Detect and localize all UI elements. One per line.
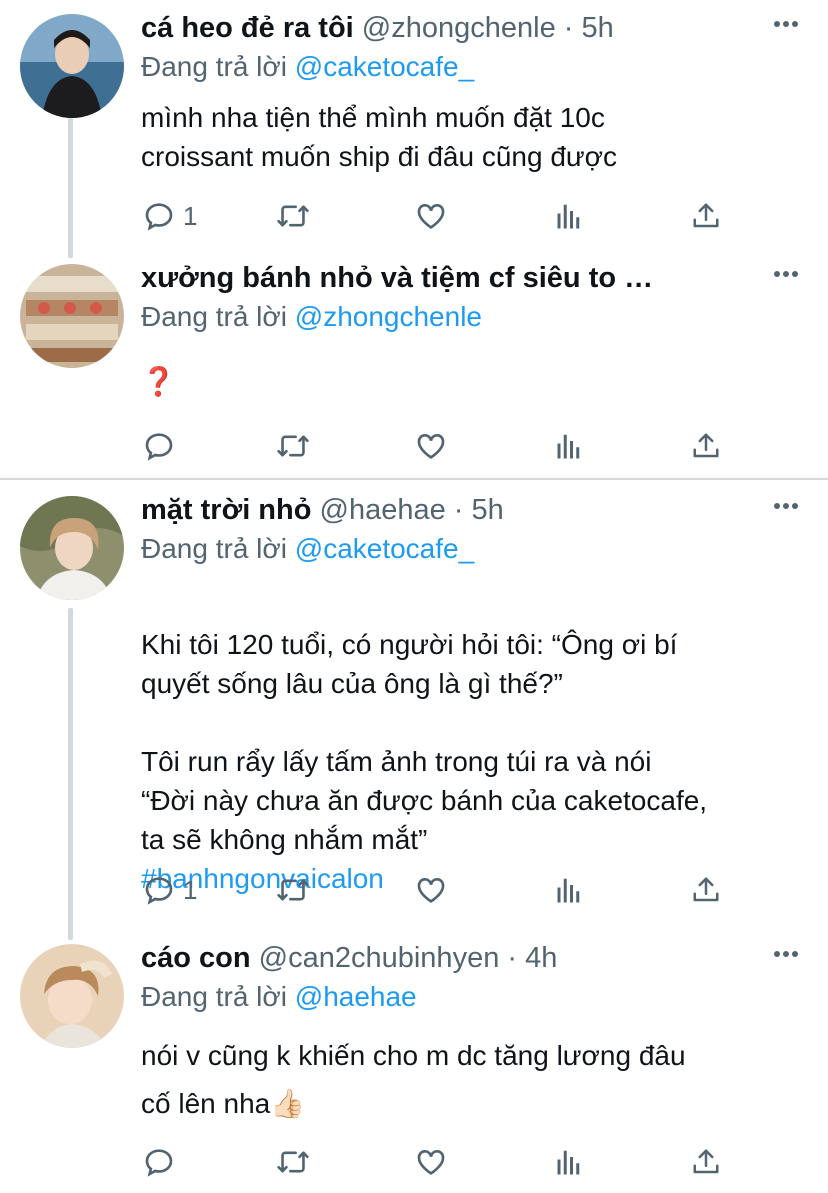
share-icon [691,200,721,232]
share-button[interactable] [691,1144,721,1180]
heart-icon [415,1146,447,1178]
analytics-icon [555,874,585,906]
action-bar: 1 [141,872,741,912]
tweet[interactable]: mặt trời nhỏ @haehae · 5h Đang trả lời @… [0,494,828,916]
reply-button[interactable] [143,428,183,464]
replying-prefix: Đang trả lời [141,981,287,1012]
reply-button[interactable] [143,1144,183,1180]
replying-to: Đang trả lời @haehae [141,977,417,1017]
tweet-text: ❓ [141,366,176,397]
more-icon[interactable] [773,20,799,28]
replying-prefix: Đang trả lời [141,51,287,82]
mention-link[interactable]: @haehae [295,981,417,1012]
analytics-button[interactable] [555,1144,585,1180]
retweet-button[interactable] [276,872,310,908]
retweet-icon [276,874,310,906]
more-icon[interactable] [773,270,799,278]
reply-icon [143,200,175,232]
tweet-text: Khi tôi 120 tuổi, có người hỏi tôi: “Ông… [141,629,708,855]
like-button[interactable] [415,198,447,234]
more-icon[interactable] [773,950,799,958]
thread-divider [0,478,828,480]
analytics-icon [555,1146,585,1178]
reply-button[interactable]: 1 [143,872,197,908]
heart-icon [415,430,447,462]
tweet[interactable]: cá heo đẻ ra tôi @zhongchenle · 5h Đang … [0,12,828,250]
analytics-button[interactable] [555,872,585,908]
tweet-header: cáo con @can2chubinhyen · 4h [141,938,557,978]
reply-button[interactable]: 1 [143,198,197,234]
display-name[interactable]: cáo con [141,942,251,974]
timestamp[interactable]: 5h [582,12,614,44]
mention-link[interactable]: @caketocafe_ [295,533,474,564]
replying-to: Đang trả lời @caketocafe_ [141,47,474,87]
avatar[interactable] [20,496,124,600]
tweet-header: xưởng bánh nhỏ và tiệm cf siêu to … [141,258,653,298]
retweet-button[interactable] [276,198,310,234]
reply-icon [143,874,175,906]
like-button[interactable] [415,428,447,464]
share-icon [691,1146,721,1178]
tweet[interactable]: xưởng bánh nhỏ và tiệm cf siêu to … Đang… [0,262,828,474]
user-handle[interactable]: @zhongchenle [362,12,556,44]
tweet-header: cá heo đẻ ra tôi @zhongchenle · 5h [141,8,614,48]
avatar[interactable] [20,944,124,1048]
reply-count: 1 [183,874,198,905]
timestamp[interactable]: 5h [472,494,504,526]
analytics-icon [555,430,585,462]
heart-icon [415,200,447,232]
action-bar: 1 [141,198,741,238]
retweet-button[interactable] [276,428,310,464]
mention-link[interactable]: @caketocafe_ [295,51,474,82]
replying-prefix: Đang trả lời [141,301,287,332]
separator-dot: · [563,12,574,44]
display-name[interactable]: xưởng bánh nhỏ và tiệm cf siêu to … [141,262,653,294]
reply-count: 1 [183,200,198,231]
action-bar [141,1144,741,1184]
reply-icon [143,430,175,462]
avatar[interactable] [20,264,124,368]
share-button[interactable] [691,872,721,908]
replying-prefix: Đang trả lời [141,533,287,564]
replying-to: Đang trả lời @zhongchenle [141,297,482,337]
timestamp[interactable]: 4h [525,942,557,974]
mention-link[interactable]: @zhongchenle [295,301,482,332]
share-icon [691,874,721,906]
user-handle[interactable]: @haehae [320,494,446,526]
retweet-icon [276,200,310,232]
replying-to: Đang trả lời @caketocafe_ [141,529,474,569]
share-button[interactable] [691,428,721,464]
retweet-button[interactable] [276,1144,310,1180]
share-icon [691,430,721,462]
tweet-text: nói v cũng k khiến cho m dc tăng lương đ… [141,1040,686,1119]
retweet-icon [276,1146,310,1178]
action-bar [141,428,741,468]
like-button[interactable] [415,1144,447,1180]
analytics-icon [555,200,585,232]
heart-icon [415,874,447,906]
user-handle[interactable]: @can2chubinhyen [259,942,500,974]
separator-dot: · [453,494,464,526]
reply-icon [143,1146,175,1178]
share-button[interactable] [691,198,721,234]
more-icon[interactable] [773,502,799,510]
like-button[interactable] [415,872,447,908]
display-name[interactable]: mặt trời nhỏ [141,494,311,526]
analytics-button[interactable] [555,198,585,234]
tweet-header: mặt trời nhỏ @haehae · 5h [141,490,504,530]
retweet-icon [276,430,310,462]
display-name[interactable]: cá heo đẻ ra tôi [141,12,354,44]
separator-dot: · [507,942,518,974]
tweet-text: mình nha tiện thể mình muốn đặt 10c croi… [141,102,618,172]
avatar[interactable] [20,14,124,118]
tweet[interactable]: cáo con @can2chubinhyen · 4h Đang trả lờ… [0,942,828,1184]
analytics-button[interactable] [555,428,585,464]
